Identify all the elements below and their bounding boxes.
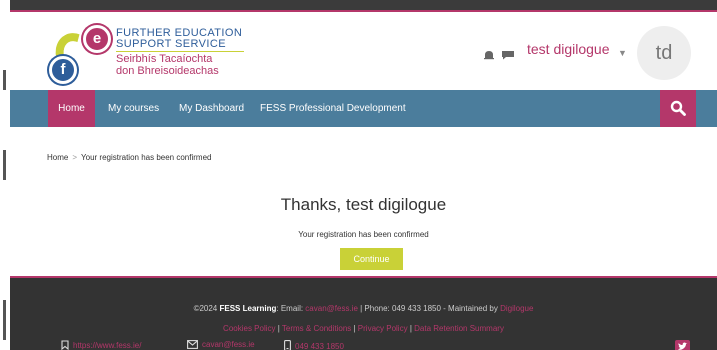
logo-rule: [116, 51, 244, 52]
twitter-icon[interactable]: [675, 340, 690, 350]
search-icon: [670, 100, 686, 116]
mail-icon: [187, 340, 198, 349]
logo-line-3: Seirbhís Tacaíochta: [116, 53, 213, 65]
page-frame: e f FURTHER EDUCATION SUPPORT SERVICE Se…: [10, 10, 717, 350]
footer-phone-text: | Phone: 049 433 1850 - Maintained by: [357, 304, 501, 313]
caret-down-icon[interactable]: ▼: [618, 48, 627, 58]
cookies-policy-link[interactable]: Cookies Policy: [223, 324, 275, 333]
chat-icon[interactable]: [501, 50, 515, 60]
footer-maintainer-link[interactable]: Digilogue: [500, 304, 533, 313]
logo-line-4: don Bhreisoideachas: [116, 65, 219, 77]
nav-item-professional-development[interactable]: FESS Professional Development: [260, 90, 406, 127]
terms-link[interactable]: Terms & Conditions: [282, 324, 351, 333]
footer-website-text: https://www.fess.ie/: [73, 341, 142, 350]
bell-icon[interactable]: [483, 50, 495, 60]
nav-item-my-courses[interactable]: My courses: [108, 90, 159, 127]
site-footer: ©2024 FESS Learning: Email: cavan@fess.i…: [10, 276, 717, 350]
site-header: e f FURTHER EDUCATION SUPPORT SERVICE Se…: [10, 12, 717, 89]
nav-item-my-dashboard[interactable]: My Dashboard: [179, 90, 244, 127]
footer-phone-link[interactable]: 049 433 1850: [284, 340, 344, 350]
user-menu-name[interactable]: test digilogue: [527, 41, 610, 57]
avatar[interactable]: td: [637, 26, 691, 80]
phone-icon: [284, 340, 291, 350]
footer-email-link[interactable]: cavan@fess.ie: [305, 304, 358, 313]
window-edge: [0, 0, 10, 350]
page-title: Thanks, test digilogue: [280, 195, 447, 214]
logo-e-badge: e: [83, 25, 111, 53]
data-retention-link[interactable]: Data Retention Summary: [414, 324, 504, 333]
footer-policy-links: Cookies Policy | Terms & Conditions | Pr…: [223, 324, 504, 333]
logo-f-badge: f: [49, 56, 77, 84]
fess-logo[interactable]: e f FURTHER EDUCATION SUPPORT SERVICE Se…: [47, 22, 277, 89]
bookmark-icon: [61, 340, 69, 350]
breadcrumb: Home > Your registration has been confirme…: [47, 153, 211, 162]
footer-info: ©2024 FESS Learning: Email: cavan@fess.i…: [10, 304, 717, 313]
nav-item-home[interactable]: Home: [48, 90, 95, 127]
chevron-right-icon: >: [72, 153, 78, 162]
footer-phone-number: 049 433 1850: [295, 342, 344, 350]
continue-button[interactable]: Continue: [340, 248, 403, 270]
footer-mail-link[interactable]: cavan@fess.ie: [187, 340, 255, 349]
confirmation-message: Your registration has been confirmed: [298, 230, 429, 239]
search-button[interactable]: [660, 90, 696, 127]
footer-brand: FESS Learning: [219, 304, 277, 313]
main-nav: Home My courses My Dashboard FESS Profes…: [10, 90, 717, 127]
footer-mail-text: cavan@fess.ie: [202, 340, 255, 349]
twitter-bird-icon: [678, 342, 688, 350]
breadcrumb-current: Your registration has been confirmed: [81, 153, 212, 162]
breadcrumb-home[interactable]: Home: [47, 153, 68, 162]
privacy-policy-link[interactable]: Privacy Policy: [358, 324, 408, 333]
footer-copyright: ©2024: [193, 304, 220, 313]
footer-email-label: : Email:: [276, 304, 306, 313]
footer-website-link[interactable]: https://www.fess.ie/: [61, 340, 141, 350]
logo-line-2: SUPPORT SERVICE: [116, 38, 226, 50]
